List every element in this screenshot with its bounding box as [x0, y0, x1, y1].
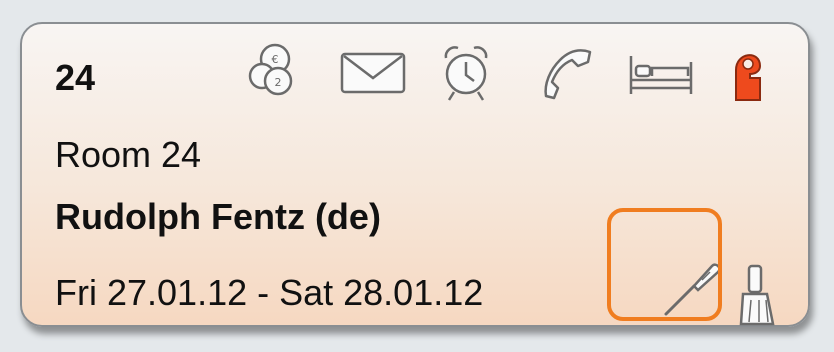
highlight-box: [607, 208, 722, 321]
svg-text:€: €: [272, 53, 279, 66]
stay-dates: Fri 27.01.12 - Sat 28.01.12: [55, 272, 484, 313]
guest-name: Rudolph Fentz (de): [55, 196, 381, 237]
door-hanger-icon[interactable]: [732, 44, 764, 102]
phone-icon[interactable]: [538, 46, 596, 102]
alarm-clock-icon[interactable]: [440, 44, 492, 102]
room-name: Room 24: [55, 134, 202, 175]
svg-text:2: 2: [275, 76, 282, 89]
coins-icon[interactable]: € 2: [248, 42, 294, 98]
room-number: 24: [55, 57, 96, 98]
bed-icon[interactable]: [628, 54, 694, 96]
mail-icon[interactable]: [340, 52, 406, 94]
broom-icon[interactable]: [737, 264, 777, 328]
